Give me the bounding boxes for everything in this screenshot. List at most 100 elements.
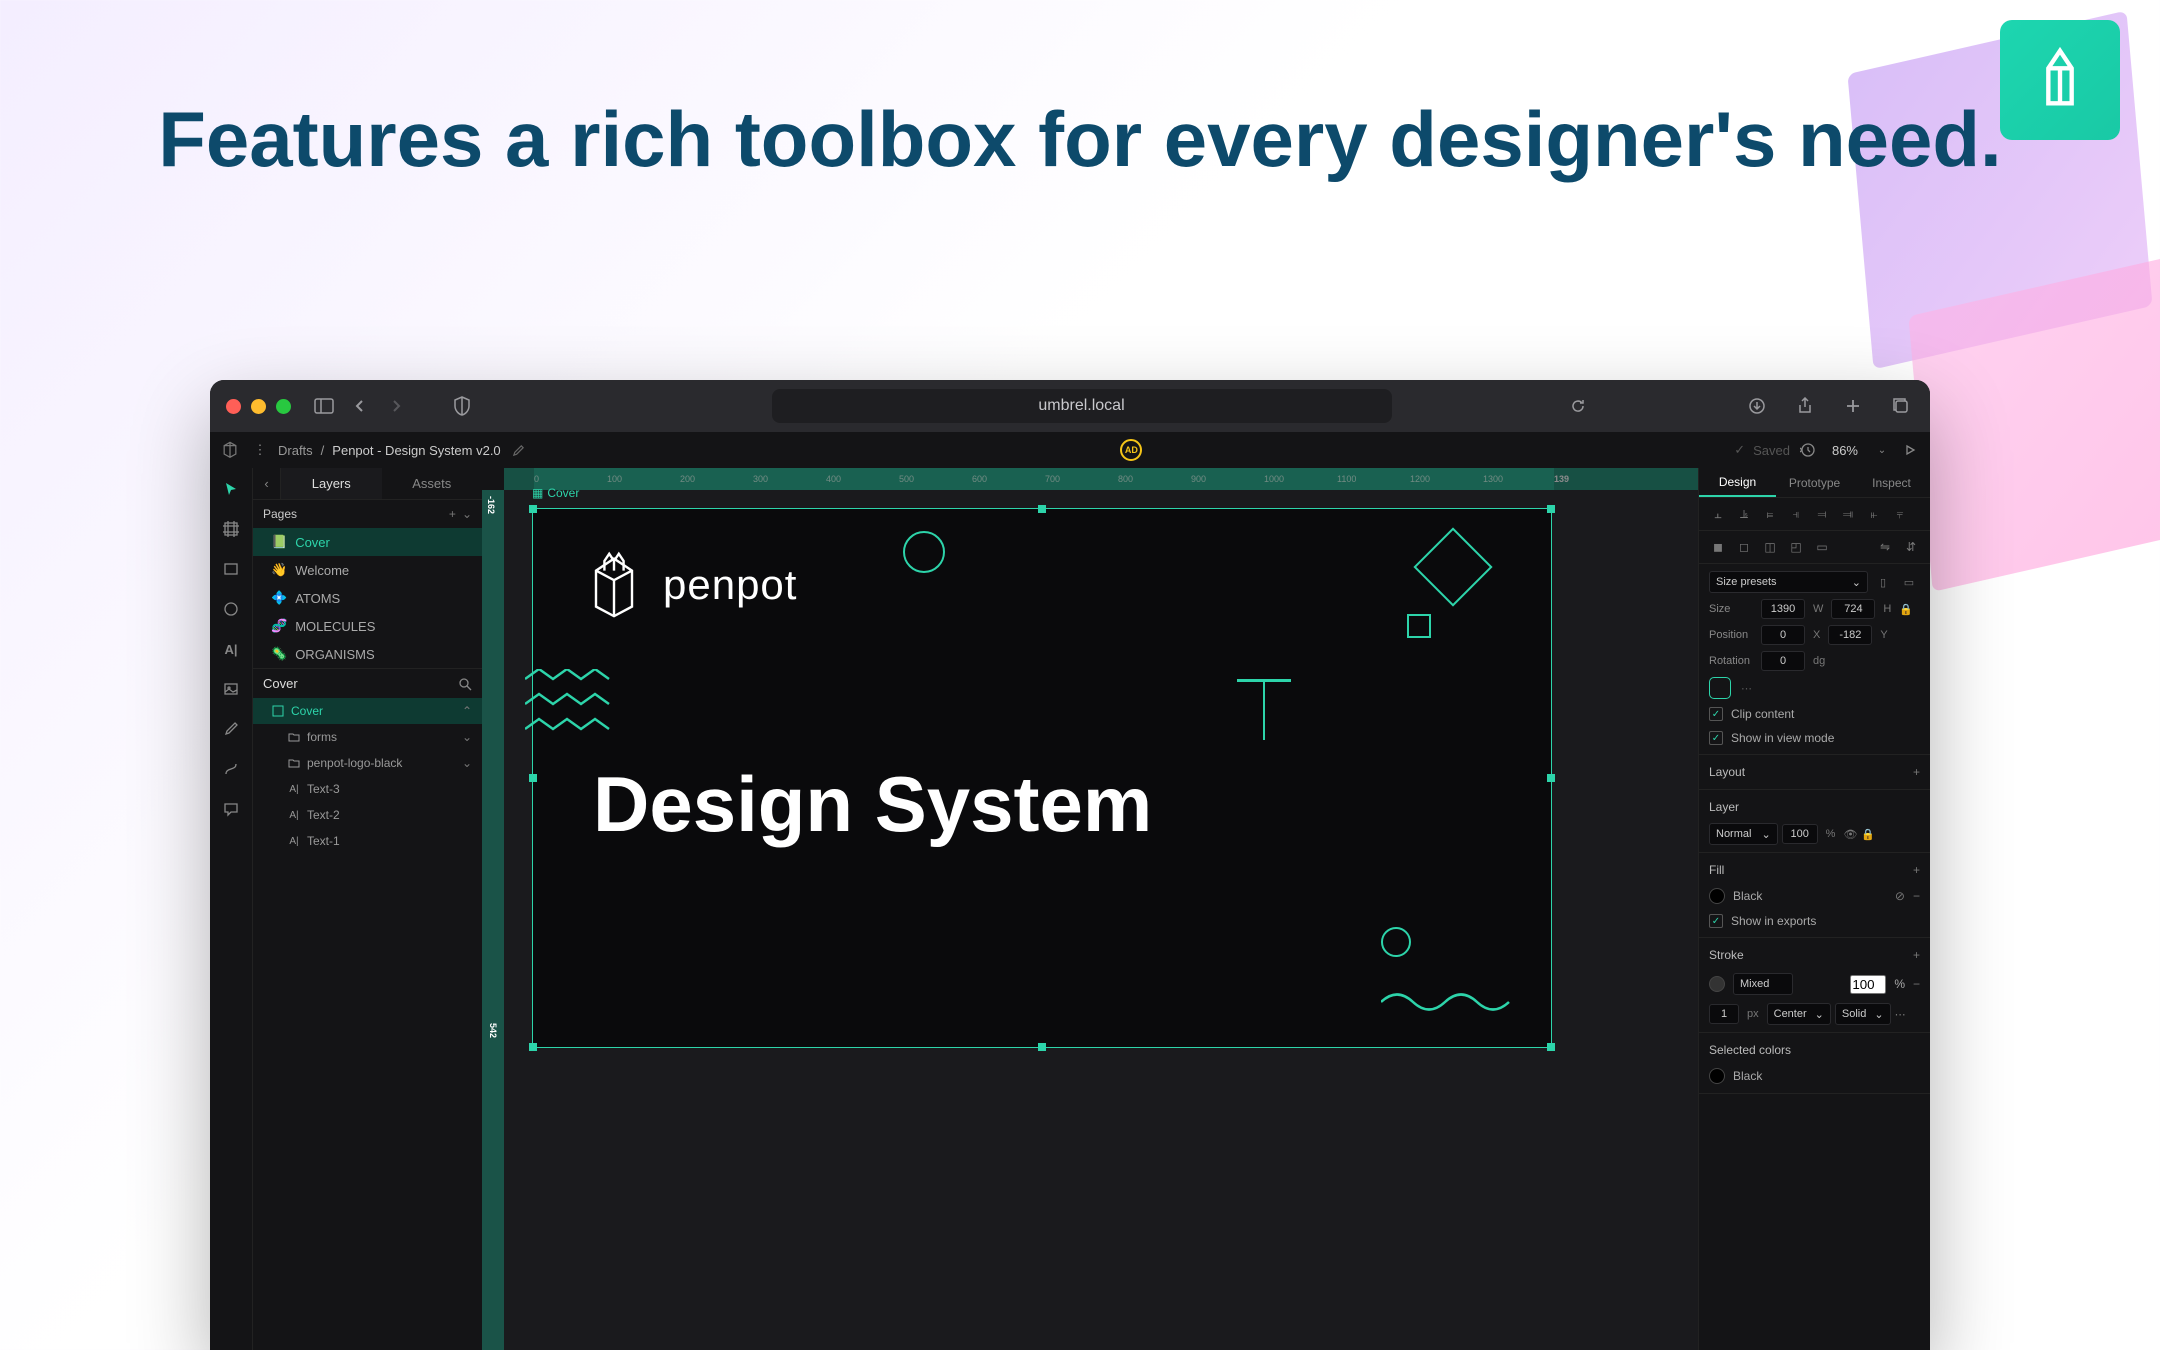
remove-fill-icon[interactable]: − — [1913, 889, 1920, 903]
layer-item-forms[interactable]: forms ⌄ — [253, 724, 482, 750]
lock-icon[interactable]: 🔒 — [1861, 828, 1875, 841]
chevron-down-icon[interactable]: ⌄ — [462, 730, 472, 744]
selected-color-swatch[interactable] — [1709, 1068, 1725, 1084]
page-item-welcome[interactable]: 👋Welcome — [253, 556, 482, 584]
layer-item-cover[interactable]: Cover ⌃ — [253, 698, 482, 724]
pen-tool[interactable] — [218, 716, 244, 742]
move-tool[interactable] — [218, 476, 244, 502]
stroke-options-icon[interactable]: ⋯ — [1895, 1008, 1906, 1021]
panel-back-button[interactable]: ‹ — [253, 468, 281, 499]
align-middle-icon[interactable]: ⫤ — [1811, 504, 1833, 524]
flip-v-icon[interactable]: ⇵ — [1900, 537, 1922, 557]
size-presets-select[interactable]: Size presets⌄ — [1709, 571, 1868, 593]
orientation-landscape-icon[interactable]: ▭ — [1898, 572, 1920, 592]
distribute-h-icon[interactable]: ⫦ — [1863, 504, 1885, 524]
intersect-icon[interactable]: ◫ — [1759, 537, 1781, 557]
align-left-icon[interactable]: ⫠ — [1707, 504, 1729, 524]
add-page-icon[interactable]: + — [449, 507, 456, 521]
play-icon[interactable] — [1900, 440, 1920, 460]
orientation-portrait-icon[interactable]: ▯ — [1872, 572, 1894, 592]
align-top-icon[interactable]: ⫣ — [1785, 504, 1807, 524]
page-item-molecules[interactable]: 🧬MOLECULES — [253, 612, 482, 640]
resize-handle[interactable] — [1547, 1043, 1555, 1051]
tab-design[interactable]: Design — [1699, 468, 1776, 497]
history-icon[interactable] — [1798, 440, 1818, 460]
stroke-opacity-input[interactable] — [1850, 975, 1886, 994]
exclude-icon[interactable]: ◰ — [1785, 537, 1807, 557]
resize-handle[interactable] — [1038, 505, 1046, 513]
radius-more-icon[interactable]: ⋯ — [1741, 682, 1752, 695]
tab-prototype[interactable]: Prototype — [1776, 468, 1853, 497]
align-bottom-icon[interactable]: ⫥ — [1837, 504, 1859, 524]
page-item-organisms[interactable]: 🦠ORGANISMS — [253, 640, 482, 668]
reload-button[interactable] — [1565, 393, 1591, 419]
stroke-color-row[interactable]: Mixed % − — [1699, 968, 1930, 1000]
x-input[interactable] — [1761, 625, 1805, 645]
tab-layers[interactable]: Layers — [281, 468, 382, 499]
path-tool[interactable] — [218, 756, 244, 782]
stroke-style-select[interactable]: Solid⌄ — [1835, 1003, 1891, 1025]
minimize-window-button[interactable] — [251, 399, 266, 414]
stroke-color-select[interactable]: Mixed — [1733, 973, 1793, 995]
y-input[interactable] — [1828, 625, 1872, 645]
chevron-down-icon[interactable]: ⌄ — [462, 756, 472, 770]
opacity-input[interactable] — [1782, 824, 1818, 844]
border-radius-icon[interactable] — [1709, 677, 1731, 699]
canvas-area[interactable]: 0 100 200 300 400 500 600 700 800 900 10… — [482, 468, 1698, 1350]
new-tab-icon[interactable] — [1840, 393, 1866, 419]
tabs-icon[interactable] — [1888, 393, 1914, 419]
layer-item-text2[interactable]: A| Text-2 — [253, 802, 482, 828]
zoom-chevron-icon[interactable]: ⌄ — [1872, 440, 1892, 460]
collapse-pages-icon[interactable]: ⌄ — [462, 507, 472, 521]
frame-tool[interactable] — [218, 516, 244, 542]
rotation-input[interactable] — [1761, 651, 1805, 671]
detach-fill-icon[interactable]: ⊘ — [1895, 889, 1905, 903]
visibility-icon[interactable]: 👁 — [1843, 828, 1857, 841]
maximize-window-button[interactable] — [276, 399, 291, 414]
lock-aspect-icon[interactable]: 🔒 — [1899, 603, 1913, 616]
fill-color-swatch[interactable] — [1709, 888, 1725, 904]
show-in-view-checkbox[interactable]: ✓Show in view mode — [1699, 726, 1930, 750]
zoom-level[interactable]: 86% — [1832, 443, 1858, 458]
ellipse-tool[interactable] — [218, 596, 244, 622]
sidebar-toggle-icon[interactable] — [311, 393, 337, 419]
remove-stroke-icon[interactable]: − — [1913, 977, 1920, 991]
shield-icon[interactable] — [449, 393, 475, 419]
ad-badge[interactable]: AD — [1120, 439, 1142, 461]
url-bar[interactable]: umbrel.local — [772, 389, 1392, 423]
resize-handle[interactable] — [1547, 774, 1555, 782]
add-fill-icon[interactable]: + — [1913, 863, 1920, 877]
breadcrumb-file[interactable]: Penpot - Design System v2.0 — [332, 443, 500, 458]
align-center-h-icon[interactable]: ⫡ — [1733, 504, 1755, 524]
layer-item-penpot-logo[interactable]: penpot-logo-black ⌄ — [253, 750, 482, 776]
chevron-up-icon[interactable]: ⌃ — [462, 704, 472, 718]
rectangle-tool[interactable] — [218, 556, 244, 582]
tab-inspect[interactable]: Inspect — [1853, 468, 1930, 497]
distribute-v-icon[interactable]: ⫧ — [1889, 504, 1911, 524]
height-input[interactable] — [1831, 599, 1875, 619]
edit-title-icon[interactable] — [509, 440, 529, 460]
close-window-button[interactable] — [226, 399, 241, 414]
frame-cover[interactable]: penpot Design System — [532, 508, 1552, 1048]
resize-handle[interactable] — [529, 505, 537, 513]
page-item-cover[interactable]: 📗Cover — [253, 528, 482, 556]
subtract-icon[interactable]: ◻ — [1733, 537, 1755, 557]
tab-assets[interactable]: Assets — [382, 468, 483, 499]
menu-icon[interactable]: ⋮ — [250, 440, 270, 460]
selected-color-row[interactable]: Black — [1699, 1063, 1930, 1089]
blend-mode-select[interactable]: Normal⌄ — [1709, 823, 1778, 845]
union-icon[interactable]: ◼ — [1707, 537, 1729, 557]
stroke-color-swatch[interactable] — [1709, 976, 1725, 992]
search-layers-icon[interactable] — [458, 677, 472, 691]
add-stroke-icon[interactable]: + — [1913, 948, 1920, 962]
penpot-logo-icon[interactable] — [220, 439, 242, 461]
add-layout-icon[interactable]: + — [1913, 765, 1920, 779]
clip-content-checkbox[interactable]: ✓Clip content — [1699, 702, 1930, 726]
show-in-exports-checkbox[interactable]: ✓Show in exports — [1699, 909, 1930, 933]
text-tool[interactable]: A| — [218, 636, 244, 662]
layer-item-text1[interactable]: A| Text-1 — [253, 828, 482, 854]
fill-color-row[interactable]: Black ⊘ − — [1699, 883, 1930, 909]
comment-tool[interactable] — [218, 796, 244, 822]
forward-button[interactable] — [383, 393, 409, 419]
breadcrumb-root[interactable]: Drafts — [278, 443, 313, 458]
